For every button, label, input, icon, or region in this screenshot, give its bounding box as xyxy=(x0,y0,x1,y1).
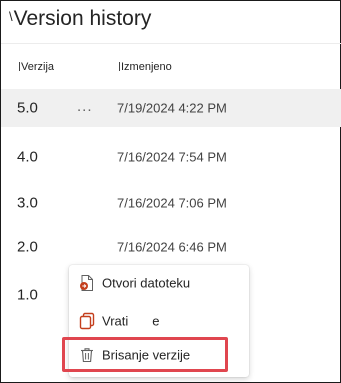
restore-icon xyxy=(79,312,95,330)
version-row[interactable]: 3.0 7/16/2024 7:06 PM xyxy=(1,184,341,222)
menu-item-open-file[interactable]: Otvori datoteku xyxy=(69,268,249,298)
panel-title-text: Version history xyxy=(13,7,152,30)
version-number: 2.0 xyxy=(17,238,38,256)
open-file-icon xyxy=(80,275,93,291)
panel-title: \Version history xyxy=(9,7,151,31)
menu-item-restore[interactable]: Vrati e xyxy=(69,306,249,336)
column-resize-handle[interactable] xyxy=(119,62,120,71)
menu-item-label: Otvori datoteku xyxy=(102,275,191,291)
modified-date: 7/19/2024 4:22 PM xyxy=(117,100,227,116)
column-header-modified[interactable]: Izmenjeno xyxy=(119,61,172,73)
version-history-panel: \Version history Verzija Izmenjeno 5.0 .… xyxy=(0,0,341,383)
column-header-modified-label: Izmenjeno xyxy=(121,61,172,73)
modified-date: 7/16/2024 7:54 PM xyxy=(117,149,227,165)
column-header-version[interactable]: Verzija xyxy=(19,61,54,73)
version-number: 3.0 xyxy=(17,194,38,212)
column-resize-handle[interactable] xyxy=(19,62,20,71)
modified-date: 7/16/2024 7:06 PM xyxy=(117,195,227,211)
version-number: 5.0 xyxy=(17,99,38,117)
version-number: 1.0 xyxy=(17,286,38,304)
version-row[interactable]: 5.0 ... 7/19/2024 4:22 PM xyxy=(1,89,341,127)
highlight-box xyxy=(62,337,228,372)
title-mark: \ xyxy=(9,9,13,24)
column-header-version-label: Verzija xyxy=(21,61,55,73)
header-divider xyxy=(1,43,341,44)
version-row[interactable]: 4.0 7/16/2024 7:54 PM xyxy=(1,138,341,176)
version-row[interactable]: 2.0 7/16/2024 6:46 PM xyxy=(1,228,341,266)
more-options-icon[interactable]: ... xyxy=(77,98,93,115)
modified-date: 7/16/2024 6:46 PM xyxy=(117,239,227,255)
version-number: 4.0 xyxy=(17,148,38,166)
menu-item-label: Vrati e xyxy=(102,313,160,329)
